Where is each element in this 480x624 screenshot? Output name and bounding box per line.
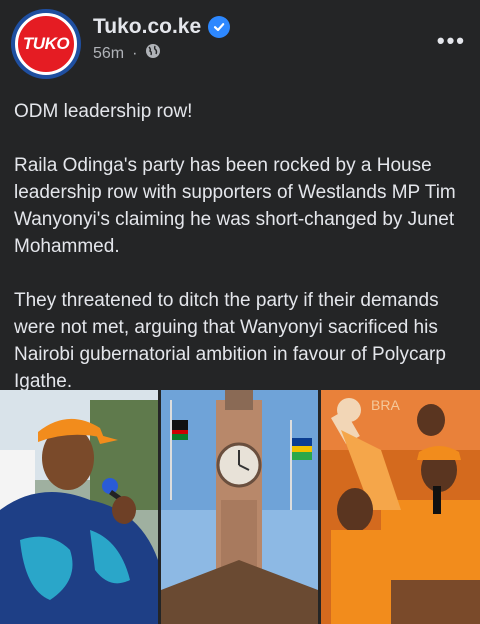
verified-badge-icon [208,16,231,38]
post-header: TUKO Tuko.co.ke 56m · ••• [0,0,480,80]
tuko-logo: TUKO [15,13,77,75]
photo-speaker-orange-cap[interactable] [0,390,158,624]
post-paragraph: Raila Odinga's party has been rocked by … [14,155,456,257]
post-paragraph: They threatened to ditch the party if th… [14,290,446,392]
post-paragraph: ODM leadership row! [14,101,193,122]
post-meta: 56m · [93,43,161,64]
page-name-row: Tuko.co.ke [93,15,231,39]
svg-text:BRA: BRA [371,397,400,413]
photo-parliament-clock-tower[interactable] [161,390,318,624]
meta-separator: · [132,44,138,62]
photo-crowd-orange-shirts[interactable]: BRA [321,390,480,624]
photo-collage[interactable]: BRA [0,390,480,624]
page-avatar[interactable]: TUKO [11,9,81,79]
avatar-logo-text: TUKO [22,34,70,53]
page-name-link[interactable]: Tuko.co.ke [93,15,201,39]
post-body: ODM leadership row! Raila Odinga's party… [0,98,480,395]
globe-icon [145,43,161,64]
more-options-icon[interactable]: ••• [437,28,466,54]
post-timestamp[interactable]: 56m [93,45,124,63]
